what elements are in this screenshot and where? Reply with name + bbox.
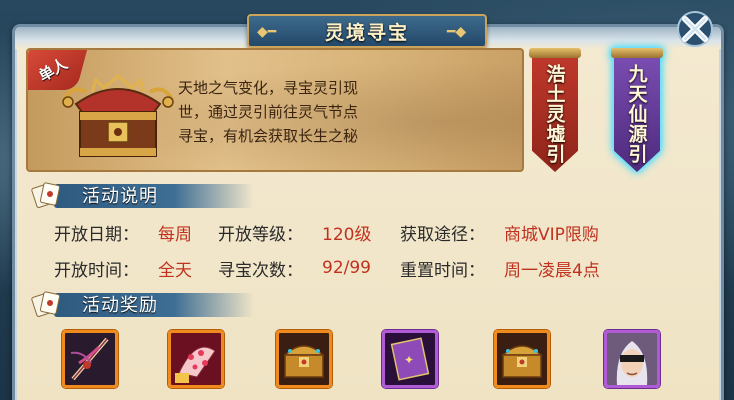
acquire-value: 商城VIP限购 bbox=[504, 224, 599, 245]
description-line-2: 世，通过灵引前往灵气节点 bbox=[178, 103, 359, 121]
section-title: 活动奖励 bbox=[82, 295, 158, 316]
description-line-3: 寻宝，有机会获取长生之秘 bbox=[178, 127, 359, 145]
treasure-count-label: 寻宝次数： bbox=[218, 260, 303, 281]
reward-item-chest-2[interactable] bbox=[494, 330, 550, 388]
treasure-chest-icon bbox=[497, 333, 547, 385]
info-row-2: 开放时间： 全天 寻宝次数： 92/99 重置时间： 周一凌晨4点 bbox=[54, 256, 674, 281]
ornament-left-icon: ◆━ bbox=[257, 24, 277, 40]
ornament-right-icon: ━◆ bbox=[447, 24, 467, 40]
open-time-label: 开放时间： bbox=[54, 260, 139, 281]
fan-icon bbox=[171, 333, 221, 385]
weapon-icon bbox=[65, 333, 115, 385]
activity-banner: 单人 天地之气变化，寻宝灵引现 世，通过灵引前往灵气节点 寻宝，有机会获取长生之… bbox=[26, 48, 524, 172]
treasure-chest-icon bbox=[279, 333, 329, 385]
reward-item-character[interactable] bbox=[604, 330, 660, 388]
reward-item-scroll[interactable]: ✦ bbox=[382, 330, 438, 388]
tab-jiutian-xianyuan[interactable]: 九天仙源引 bbox=[609, 46, 665, 176]
close-icon bbox=[677, 11, 713, 47]
open-level-value: 120级 bbox=[322, 224, 372, 245]
cards-icon bbox=[31, 182, 61, 208]
close-button[interactable] bbox=[670, 6, 720, 52]
reset-time-value: 周一凌晨4点 bbox=[504, 260, 600, 281]
description-line-1: 天地之气变化，寻宝灵引现 bbox=[178, 79, 359, 97]
tab-body: 九天仙源引 bbox=[614, 54, 660, 172]
title-plate: ◆━ 灵境寻宝 ━◆ bbox=[247, 14, 487, 48]
tab-body: 浩土灵墟引 bbox=[532, 54, 578, 172]
open-date-label: 开放日期： bbox=[54, 224, 139, 245]
masked-character-icon bbox=[607, 333, 657, 385]
reward-item-fan[interactable] bbox=[168, 330, 224, 388]
scroll-icon: ✦ bbox=[385, 333, 435, 385]
scroll-rod bbox=[611, 48, 663, 58]
section-header-description: 活动说明 bbox=[30, 180, 260, 210]
open-date-value: 每周 bbox=[158, 224, 192, 245]
svg-text:✦: ✦ bbox=[404, 353, 414, 367]
tab-label: 浩土灵墟引 bbox=[543, 64, 566, 164]
section-title: 活动说明 bbox=[82, 186, 158, 207]
reward-item-chest-1[interactable] bbox=[276, 330, 332, 388]
banner-description: 天地之气变化，寻宝灵引现 世，通过灵引前往灵气节点 寻宝，有机会获取长生之秘 bbox=[178, 76, 438, 148]
tab-label: 九天仙源引 bbox=[625, 64, 648, 164]
window-title: 灵境寻宝 bbox=[324, 21, 409, 44]
tab-haotu-lingxu[interactable]: 浩土灵墟引 bbox=[527, 46, 583, 176]
open-time-value: 全天 bbox=[158, 260, 192, 281]
cards-icon bbox=[31, 291, 61, 317]
badge-label: 单人 bbox=[35, 54, 71, 85]
reset-time-label: 重置时间： bbox=[400, 260, 485, 281]
treasure-count-value: 92/99 bbox=[322, 258, 371, 278]
open-level-label: 开放等级： bbox=[218, 224, 303, 245]
reward-item-weapon[interactable] bbox=[62, 330, 118, 388]
info-row-1: 开放日期： 每周 开放等级： 120级 获取途径： 商城VIP限购 bbox=[54, 220, 674, 245]
scroll-rod bbox=[529, 48, 581, 58]
acquire-label: 获取途径： bbox=[400, 224, 485, 245]
section-header-rewards: 活动奖励 bbox=[30, 289, 260, 319]
